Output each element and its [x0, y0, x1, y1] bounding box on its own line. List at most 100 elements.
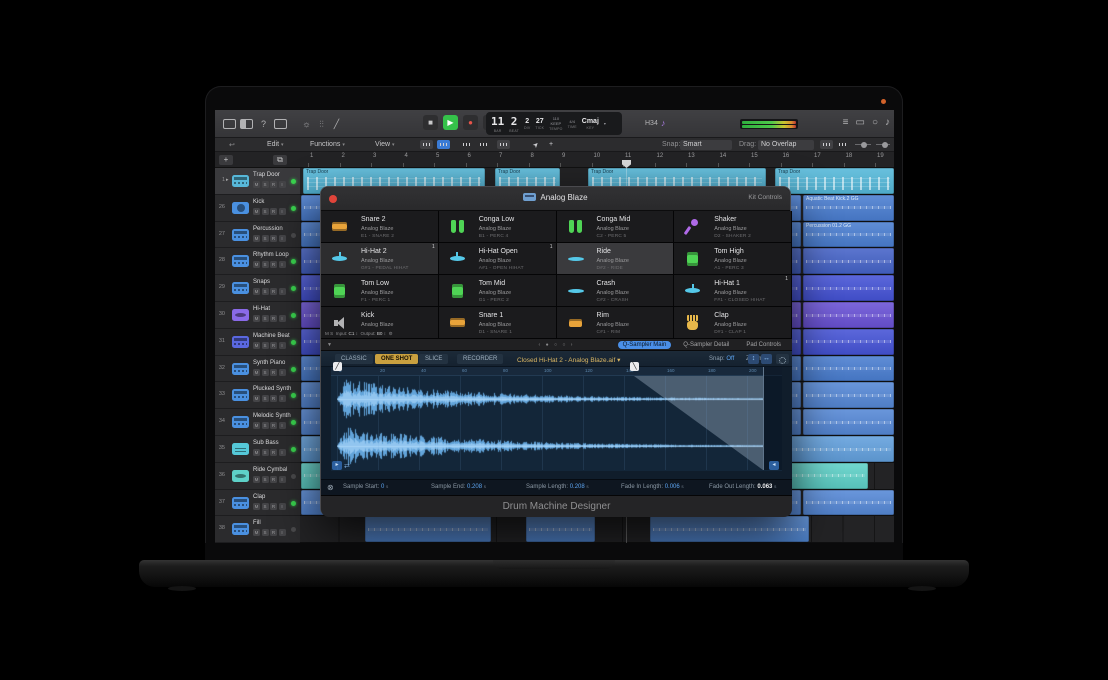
duplicate-track-button[interactable]: ⧉	[273, 155, 287, 165]
drum-pad[interactable]: ClapAnalog BlazeD#1 - CLAP 1	[674, 307, 792, 339]
track-r-button[interactable]: R	[270, 235, 277, 242]
track-i-button[interactable]: I	[279, 288, 286, 295]
track-i-button[interactable]: I	[279, 422, 286, 429]
dmd-header[interactable]: Analog Blaze Kit Controls	[321, 187, 790, 211]
track-s-button[interactable]: S	[262, 181, 269, 188]
drum-pad[interactable]: 1Hi-Hat 1Analog BlazeF#1 - CLOSED HIHAT	[674, 275, 792, 307]
track-m-button[interactable]: M	[253, 369, 260, 376]
drum-pad[interactable]: Snare 1Analog BlazeD1 - SNARE 1	[439, 307, 557, 339]
track-s-button[interactable]: S	[262, 315, 269, 322]
recorder-button[interactable]: RECORDER	[457, 354, 503, 364]
ruler-bar-number[interactable]: 1	[310, 153, 313, 159]
mode-one-shot-button[interactable]: ONE SHOT	[375, 354, 418, 364]
track-m-button[interactable]: M	[253, 422, 260, 429]
record-enable-dot[interactable]	[291, 501, 296, 506]
track-m-button[interactable]: M	[253, 181, 260, 188]
track-r-button[interactable]: R	[270, 476, 277, 483]
kick-pad-io-controls[interactable]: M S Input: C1 ↕ Output: B0 ↕ ⚙	[325, 331, 435, 337]
track-m-button[interactable]: M	[253, 315, 260, 322]
track-header-row[interactable]: 33Plucked SynthMSRI	[215, 382, 300, 409]
vertical-zoom-slider[interactable]	[855, 144, 871, 145]
menu-view[interactable]: View ▾	[375, 141, 395, 148]
drum-machine-designer-window[interactable]: Analog Blaze Kit Controls Snare 2Analog …	[320, 186, 791, 516]
record-enable-dot[interactable]	[291, 206, 296, 211]
ruler-bar-number[interactable]: 5	[436, 153, 439, 159]
track-r-button[interactable]: R	[270, 369, 277, 376]
stop-button[interactable]: ■	[423, 115, 438, 130]
drum-pad[interactable]: 1Hi-Hat 2Analog BlazeG#1 - PEDAL HIHAT	[321, 243, 439, 275]
record-enable-dot[interactable]	[291, 447, 296, 452]
ruler-bar-number[interactable]: 14	[720, 153, 727, 159]
sample-info-item[interactable]: Sample Length: 0.208 s	[526, 484, 589, 490]
drag-select[interactable]: No Overlap	[758, 140, 814, 150]
track-s-button[interactable]: S	[262, 288, 269, 295]
track-i-button[interactable]: I	[279, 261, 286, 268]
ruler-bar-number[interactable]: 4	[405, 153, 408, 159]
track-i-button[interactable]: I	[279, 476, 286, 483]
record-enable-dot[interactable]	[291, 340, 296, 345]
ruler-bar-number[interactable]: 18	[846, 153, 853, 159]
audio-region[interactable]	[803, 409, 894, 435]
quick-help-icon[interactable]: ?	[257, 119, 270, 129]
track-m-button[interactable]: M	[253, 476, 260, 483]
notes-panel-icon[interactable]: ▭	[856, 117, 865, 128]
add-track-button[interactable]: +	[219, 155, 233, 165]
audio-region[interactable]	[526, 516, 595, 542]
sample-info-item[interactable]: Sample End: 0.208 s	[431, 484, 486, 490]
ruler-bar-number[interactable]: 16	[783, 153, 790, 159]
drum-pad[interactable]: Tom HighAnalog BlazeA1 - PERC 3	[674, 243, 792, 275]
record-enable-dot[interactable]	[291, 259, 296, 264]
back-icon[interactable]: ↩	[229, 141, 235, 149]
track-s-button[interactable]: S	[262, 503, 269, 510]
track-header-row[interactable]: 1▸Trap DoorMSRI	[215, 168, 300, 195]
track-header-row[interactable]: 26KickMSRI	[215, 195, 300, 222]
menu-edit[interactable]: Edit ▾	[267, 141, 284, 148]
editors-icon[interactable]: ╱	[330, 119, 343, 129]
track-i-button[interactable]: I	[279, 342, 286, 349]
lcd-display[interactable]: 11BAR 2BEAT 2DIV 27TICK 110KEEPTEMPO 4/4…	[486, 112, 622, 135]
track-i-button[interactable]: I	[279, 395, 286, 402]
bar-ruler[interactable]: + ⧉ 12345678910111213141516171819	[215, 152, 894, 168]
track-r-button[interactable]: R	[270, 395, 277, 402]
ruler-bar-number[interactable]: 3	[373, 153, 376, 159]
drum-pad[interactable]: CrashAnalog BlazeC#2 - CRASH	[557, 275, 675, 307]
flex-button[interactable]	[477, 140, 490, 149]
automation-button[interactable]	[460, 140, 473, 149]
track-header-row[interactable]: 28Rhythm LoopMSRI	[215, 248, 300, 275]
scroll-right-button[interactable]: ◂	[769, 461, 779, 470]
record-enable-dot[interactable]	[291, 420, 296, 425]
ruler-bar-number[interactable]: 19	[877, 153, 884, 159]
pad-mute-button[interactable]: M	[325, 331, 329, 336]
ruler-bar-number[interactable]: 9	[562, 153, 565, 159]
track-m-button[interactable]: M	[253, 449, 260, 456]
zoom-horizontal-button[interactable]: ↔	[761, 354, 772, 364]
track-s-button[interactable]: S	[262, 476, 269, 483]
sample-info-item[interactable]: Fade Out Length: 0.063 s	[709, 484, 776, 490]
ruler-bar-number[interactable]: 13	[688, 153, 695, 159]
audio-region[interactable]	[803, 490, 894, 516]
record-enable-dot[interactable]	[291, 233, 296, 238]
track-r-button[interactable]: R	[270, 288, 277, 295]
track-i-button[interactable]: I	[279, 529, 286, 536]
track-s-button[interactable]: S	[262, 261, 269, 268]
audio-region[interactable]	[365, 516, 491, 542]
track-i-button[interactable]: I	[279, 235, 286, 242]
audio-region[interactable]	[803, 248, 894, 274]
track-i-button[interactable]: I	[279, 208, 286, 215]
media-browser-icon[interactable]: ♪	[885, 117, 890, 128]
tab-pad-controls[interactable]: Pad Controls	[741, 341, 786, 349]
drum-pad[interactable]: 1Hi-Hat OpenAnalog BlazeA#1 - OPEN HIHAT	[439, 243, 557, 275]
toolbar-toggle-icon[interactable]	[274, 119, 287, 129]
sample-file-select[interactable]: Closed Hi-Hat 2 - Analog Blaze.aif ▾	[517, 356, 620, 364]
ruler-bar-number[interactable]: 17	[814, 153, 821, 159]
track-m-button[interactable]: M	[253, 208, 260, 215]
track-s-button[interactable]: S	[262, 529, 269, 536]
track-header-row[interactable]: 31Machine BeatMSRI	[215, 329, 300, 356]
record-enable-dot[interactable]	[291, 474, 296, 479]
track-m-button[interactable]: M	[253, 395, 260, 402]
grid-view-button[interactable]	[420, 140, 433, 149]
track-m-button[interactable]: M	[253, 342, 260, 349]
ruler-bar-number[interactable]: 2	[342, 153, 345, 159]
menu-functions[interactable]: Functions ▾	[310, 141, 345, 148]
drum-pad[interactable]: RimAnalog BlazeC#1 - RIM	[557, 307, 675, 339]
